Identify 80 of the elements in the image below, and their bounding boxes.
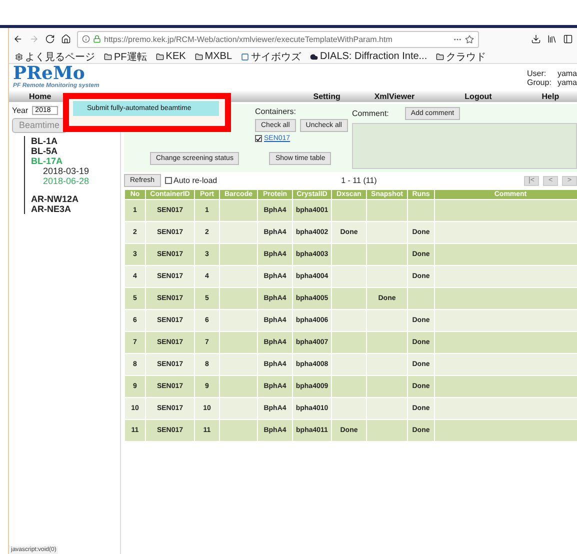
comment-label: Comment: bbox=[352, 109, 389, 118]
bookmark-item[interactable]: DIALS: Diffraction Inte... bbox=[310, 51, 428, 62]
nav-link[interactable]: Logout bbox=[464, 92, 492, 101]
table-cell bbox=[332, 244, 366, 265]
tree-node[interactable]: AR-NE3A bbox=[25, 204, 117, 214]
table-cell bbox=[220, 222, 257, 243]
table-cell bbox=[367, 332, 407, 353]
table-cell bbox=[367, 266, 407, 287]
nav-link[interactable]: Help bbox=[542, 92, 560, 101]
reload-icon[interactable] bbox=[45, 34, 55, 44]
table-cell bbox=[332, 310, 366, 331]
premo-logo: PReMo bbox=[13, 65, 85, 82]
table-cell bbox=[367, 354, 407, 375]
table-cell bbox=[367, 420, 407, 441]
bookmark-item[interactable]: PF運転 bbox=[104, 50, 147, 64]
back-icon[interactable] bbox=[13, 34, 23, 44]
nav-link[interactable]: Home bbox=[29, 92, 52, 101]
table-cell bbox=[220, 332, 257, 353]
tree-node[interactable]: BL-1A bbox=[25, 136, 117, 146]
table-cell bbox=[220, 288, 257, 309]
table-cell bbox=[332, 200, 366, 221]
bookmark-item[interactable]: KEK bbox=[156, 51, 186, 62]
table-cell bbox=[367, 200, 407, 221]
bookmark-item[interactable]: よく見るページ bbox=[15, 50, 95, 64]
user-label: User: bbox=[526, 69, 548, 78]
address-bar[interactable]: https://premo.kek.jp/RCM-Web/action/xmlviewer/executeTemplateWithParam.htm bbox=[77, 30, 479, 48]
folder-icon bbox=[194, 52, 203, 60]
checkbox[interactable] bbox=[164, 177, 172, 184]
auto-reload-label: Auto re-load bbox=[174, 176, 218, 185]
sidebar-icon[interactable] bbox=[563, 34, 573, 44]
table-cell bbox=[220, 266, 257, 287]
nav-link[interactable]: XmlViewer bbox=[374, 92, 415, 101]
table-cell bbox=[220, 200, 257, 221]
folder-icon bbox=[104, 52, 112, 60]
tree-node[interactable]: BL-5A bbox=[25, 146, 117, 156]
gear-icon bbox=[15, 52, 23, 60]
table-cell bbox=[332, 266, 366, 287]
tree-node[interactable]: AR-NW12A bbox=[25, 194, 117, 204]
folder-icon bbox=[436, 52, 444, 60]
table-cell bbox=[408, 288, 434, 309]
range-text: 1 - 11 (11) bbox=[341, 176, 378, 185]
table-cell bbox=[332, 398, 366, 419]
checkbox[interactable] bbox=[255, 135, 262, 142]
table-cell bbox=[367, 222, 407, 243]
year-label: Year bbox=[12, 106, 28, 115]
containers-label: Containers: bbox=[255, 107, 297, 116]
table-cell bbox=[220, 310, 257, 331]
table-cell bbox=[220, 354, 257, 375]
comment-field[interactable] bbox=[352, 123, 577, 169]
table-cell bbox=[332, 288, 366, 309]
home-icon[interactable] bbox=[61, 34, 71, 44]
table-cell bbox=[220, 244, 257, 265]
table-cell bbox=[220, 398, 257, 419]
cloud-icon bbox=[310, 52, 318, 60]
check-icon bbox=[256, 136, 261, 142]
table-cell bbox=[367, 398, 407, 419]
table-cell bbox=[220, 376, 257, 397]
table-cell bbox=[220, 420, 257, 441]
library-icon[interactable] bbox=[547, 34, 557, 44]
user-name: yama bbox=[557, 69, 577, 78]
group-name: yama bbox=[557, 78, 577, 87]
bookmark-item[interactable]: サイボウズ bbox=[241, 50, 302, 64]
download-icon[interactable] bbox=[531, 34, 541, 44]
table-cell bbox=[408, 200, 434, 221]
table-cell bbox=[367, 376, 407, 397]
bookmark-item[interactable]: クラウド bbox=[436, 50, 486, 64]
bookmark-item[interactable]: MXBL bbox=[194, 51, 232, 62]
nav-link[interactable]: Setting bbox=[313, 92, 340, 101]
table-cell bbox=[332, 332, 366, 353]
group-label: Group: bbox=[526, 78, 552, 87]
table-cell bbox=[332, 376, 366, 397]
table-cell bbox=[367, 310, 407, 331]
app-icon bbox=[241, 52, 250, 60]
table-cell bbox=[367, 244, 407, 265]
table-cell bbox=[332, 354, 366, 375]
lock-icon bbox=[93, 35, 101, 43]
info-icon bbox=[82, 35, 90, 43]
tree-leaf[interactable]: 2018-03-19 bbox=[43, 166, 117, 176]
bookmark-star-icon[interactable] bbox=[465, 34, 474, 44]
folder-icon bbox=[156, 52, 164, 60]
